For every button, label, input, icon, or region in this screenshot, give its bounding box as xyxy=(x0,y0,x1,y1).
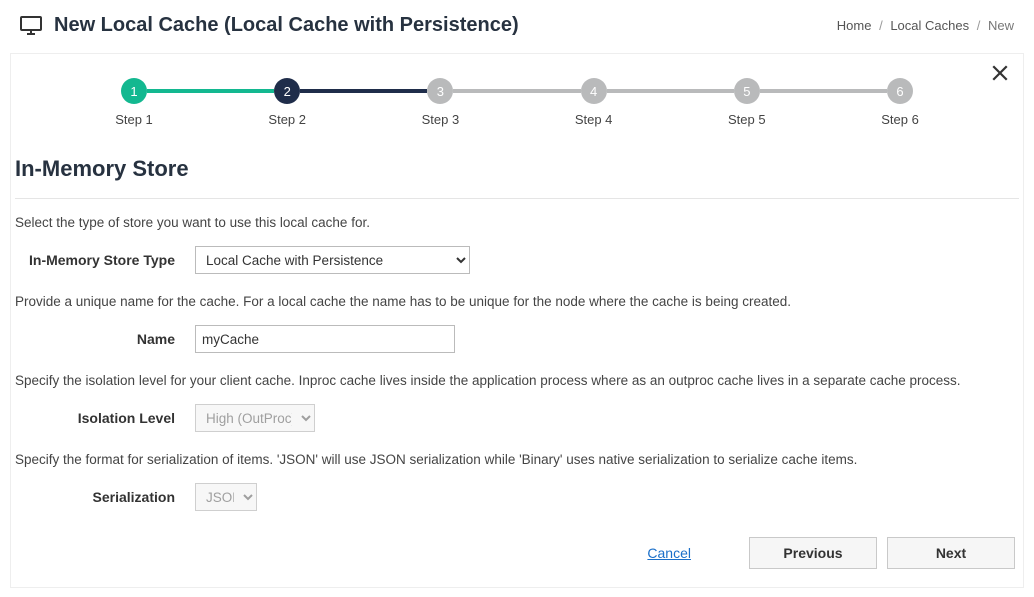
section-title: In-Memory Store xyxy=(15,156,1023,188)
step-circle: 4 xyxy=(581,78,607,104)
step-label: Step 4 xyxy=(575,112,613,127)
breadcrumb-current: New xyxy=(988,18,1014,33)
step-1[interactable]: 1 Step 1 xyxy=(121,78,147,104)
wizard-stepper: 1 Step 1 2 Step 2 3 Step 3 4 Step 4 5 St… xyxy=(11,54,1023,114)
step-label: Step 1 xyxy=(115,112,153,127)
step-line xyxy=(147,89,274,93)
isolation-select: High (OutProc) xyxy=(195,404,315,432)
monitor-icon xyxy=(20,16,42,36)
step-circle: 5 xyxy=(734,78,760,104)
isolation-description: Specify the isolation level for your cli… xyxy=(15,373,1019,388)
step-5[interactable]: 5 Step 5 xyxy=(734,78,760,104)
step-label: Step 2 xyxy=(268,112,306,127)
page-header: New Local Cache (Local Cache with Persis… xyxy=(0,0,1034,45)
serialization-description: Specify the format for serialization of … xyxy=(15,452,1019,467)
breadcrumb: Home / Local Caches / New xyxy=(837,18,1014,33)
name-description: Provide a unique name for the cache. For… xyxy=(15,294,1019,309)
previous-button[interactable]: Previous xyxy=(749,537,877,569)
step-line xyxy=(300,89,427,93)
step-4[interactable]: 4 Step 4 xyxy=(581,78,607,104)
step-label: Step 5 xyxy=(728,112,766,127)
name-row: Name xyxy=(15,325,1019,353)
wizard-footer: Cancel Previous Next xyxy=(11,531,1023,569)
next-button[interactable]: Next xyxy=(887,537,1015,569)
step-6[interactable]: 6 Step 6 xyxy=(887,78,913,104)
store-type-select[interactable]: Local Cache with Persistence xyxy=(195,246,470,274)
step-3[interactable]: 3 Step 3 xyxy=(427,78,453,104)
cancel-link[interactable]: Cancel xyxy=(647,545,691,561)
name-label: Name xyxy=(15,331,195,347)
step-line xyxy=(453,89,580,93)
step-circle: 2 xyxy=(274,78,300,104)
store-type-description: Select the type of store you want to use… xyxy=(15,215,1019,230)
step-line xyxy=(760,89,887,93)
step-label: Step 6 xyxy=(881,112,919,127)
step-line xyxy=(607,89,734,93)
breadcrumb-local-caches[interactable]: Local Caches xyxy=(890,18,969,33)
page-title: New Local Cache (Local Cache with Persis… xyxy=(54,14,837,37)
serialization-row: Serialization JSON xyxy=(15,483,1019,511)
store-type-label: In-Memory Store Type xyxy=(15,252,195,268)
name-input[interactable] xyxy=(195,325,455,353)
step-circle: 6 xyxy=(887,78,913,104)
close-icon[interactable] xyxy=(991,64,1009,87)
wizard-card: 1 Step 1 2 Step 2 3 Step 3 4 Step 4 5 St… xyxy=(10,53,1024,588)
section-rule xyxy=(15,198,1019,199)
breadcrumb-sep: / xyxy=(977,18,981,33)
isolation-label: Isolation Level xyxy=(15,410,195,426)
serialization-select: JSON xyxy=(195,483,257,511)
step-label: Step 3 xyxy=(422,112,460,127)
form-area: Select the type of store you want to use… xyxy=(11,215,1023,511)
isolation-row: Isolation Level High (OutProc) xyxy=(15,404,1019,432)
step-circle: 1 xyxy=(121,78,147,104)
step-2[interactable]: 2 Step 2 xyxy=(274,78,300,104)
serialization-label: Serialization xyxy=(15,489,195,505)
breadcrumb-sep: / xyxy=(879,18,883,33)
breadcrumb-home[interactable]: Home xyxy=(837,18,872,33)
store-type-row: In-Memory Store Type Local Cache with Pe… xyxy=(15,246,1019,274)
step-circle: 3 xyxy=(427,78,453,104)
